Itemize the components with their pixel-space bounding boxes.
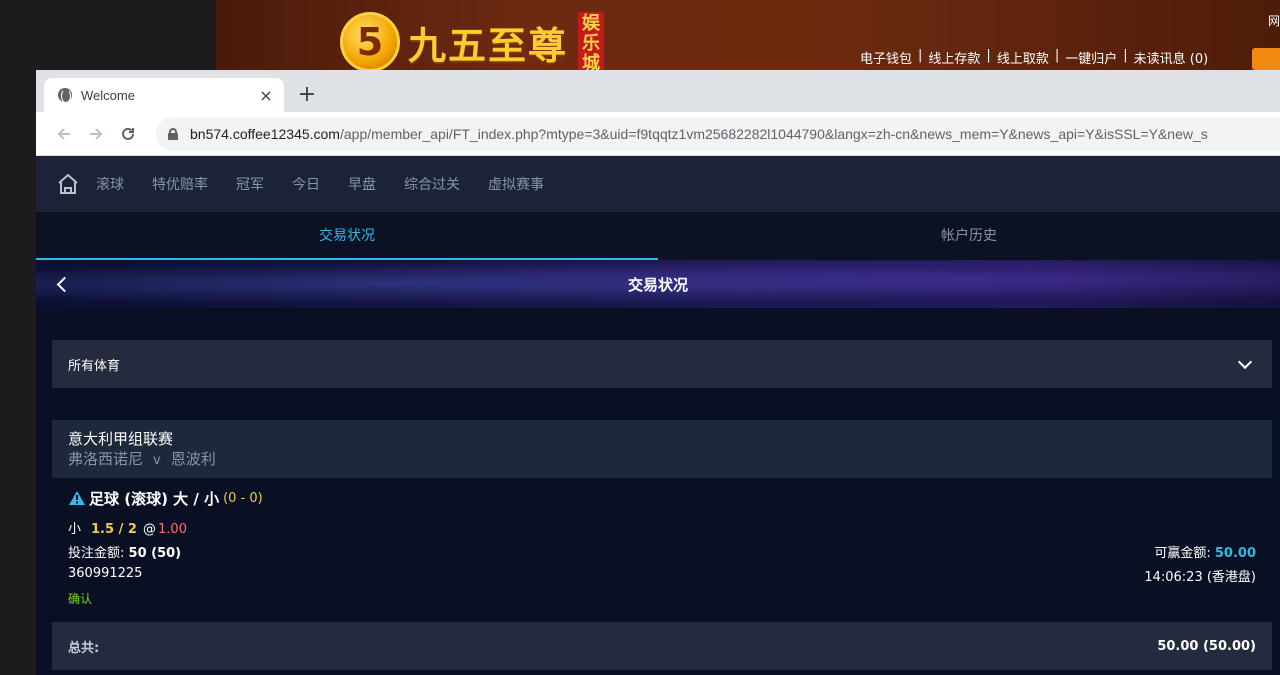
- bet-selection: 小 1.5 / 2 @1.00: [68, 518, 1256, 537]
- nav-parlay[interactable]: 综合过关: [404, 174, 460, 194]
- bet-time: 14:06:23 (香港盘): [1144, 570, 1256, 585]
- corner-text: 网: [1267, 14, 1280, 28]
- sport-filter-dropdown[interactable]: 所有体育: [52, 340, 1272, 388]
- total-label: 总共:: [68, 640, 100, 656]
- browser-window: Welcome × + bn574.coffee12345.com/app/me…: [36, 70, 1280, 675]
- globe-icon: [58, 88, 72, 103]
- browser-tab[interactable]: Welcome ×: [44, 78, 284, 112]
- total-row: 总共: 50.00 (50.00): [52, 622, 1272, 670]
- match-teams: 弗洛西诺尼 v 恩波利: [68, 449, 1256, 471]
- home-icon[interactable]: [56, 172, 80, 196]
- link-consolidate[interactable]: 一键归户: [1065, 48, 1117, 67]
- browser-toolbar: bn574.coffee12345.com/app/member_api/FT_…: [36, 112, 1280, 156]
- site-header-links: 电子钱包 | 线上存款 | 线上取款 | 一键归户 | 未读讯息 (0): [860, 48, 1209, 67]
- handicap-line: 1.5 / 2: [91, 522, 137, 537]
- site-logo: 5 九五至尊 娱 乐 城: [340, 12, 605, 72]
- versus-label: v: [153, 453, 161, 468]
- nav-inplay[interactable]: 滚球: [96, 174, 124, 194]
- top-navigation: 滚球 特优赔率 冠军 今日 早盘 综合过关 虚拟赛事: [36, 156, 1280, 212]
- page-title: 交易状况: [627, 275, 688, 294]
- link-wallet[interactable]: 电子钱包: [860, 48, 912, 67]
- nav-outright[interactable]: 冠军: [236, 174, 264, 194]
- background-site-banner: 5 九五至尊 娱 乐 城 电子钱包 | 线上存款 | 线上取款 | 一键归户 |…: [216, 0, 1280, 72]
- url-text: bn574.coffee12345.com/app/member_api/FT_…: [190, 125, 1208, 142]
- bet-type-label: 足球 (滚球) 大 / 小: [89, 489, 220, 508]
- new-tab-button[interactable]: +: [294, 82, 320, 108]
- bet-card: 意大利甲组联赛 弗洛西诺尼 v 恩波利 足球 (滚球) 大 / 小 (0 - 0) …: [52, 420, 1272, 622]
- web-page: 滚球 特优赔率 冠军 今日 早盘 综合过关 虚拟赛事 交易状况 帐户历史 交易状…: [36, 156, 1280, 675]
- away-team: 恩波利: [170, 450, 216, 468]
- nav-early[interactable]: 早盘: [348, 174, 376, 194]
- arrow-left-icon: [57, 127, 70, 140]
- corner-button[interactable]: [1252, 48, 1280, 70]
- total-value: 50.00 (50.00): [1157, 638, 1256, 654]
- bet-type: 足球 (滚球) 大 / 小 (0 - 0): [68, 486, 1256, 510]
- logo-badge: 娱 乐 城: [578, 12, 605, 72]
- address-bar[interactable]: bn574.coffee12345.com/app/member_api/FT_…: [156, 116, 1280, 151]
- close-icon[interactable]: ×: [258, 86, 274, 105]
- score: (0 - 0): [223, 490, 263, 506]
- ticket-row: 360991225 14:06:23 (香港盘): [68, 566, 1256, 585]
- back-button[interactable]: [48, 118, 80, 150]
- amount-row: 投注金额: 50 (50) 可赢金额: 50.00: [68, 542, 1256, 561]
- status-badge: 确认: [68, 592, 93, 606]
- link-withdraw[interactable]: 线上取款: [997, 48, 1049, 67]
- reload-button[interactable]: [112, 118, 144, 150]
- forward-button[interactable]: [80, 118, 112, 150]
- tab-strip: Welcome × +: [36, 70, 1280, 112]
- potential-win: 可赢金额: 50.00: [1154, 546, 1256, 561]
- lock-icon[interactable]: [168, 127, 178, 140]
- tab-title: Welcome: [81, 87, 135, 103]
- sport-filter-value: 所有体育: [68, 358, 121, 374]
- nav-today[interactable]: 今日: [292, 174, 320, 194]
- bet-card-body: 足球 (滚球) 大 / 小 (0 - 0) 小 1.5 / 2 @1.00 投注金…: [52, 478, 1272, 622]
- logo-text: 九五至尊: [408, 22, 569, 68]
- tab-transaction-status[interactable]: 交易状况: [36, 212, 658, 260]
- sub-tabs: 交易状况 帐户历史: [36, 212, 1280, 260]
- arrow-right-icon: [90, 127, 103, 140]
- nav-special-odds[interactable]: 特优赔率: [152, 174, 208, 194]
- selection-side: 小: [68, 522, 82, 537]
- ticket-id: 360991225: [68, 566, 143, 581]
- reload-icon: [122, 127, 134, 140]
- league-name: 意大利甲组联赛: [68, 430, 174, 448]
- home-team: 弗洛西诺尼: [68, 450, 144, 468]
- logo-emblem: 5: [340, 12, 400, 72]
- page-title-bar: 交易状况: [36, 260, 1280, 308]
- nav-virtual[interactable]: 虚拟赛事: [488, 174, 544, 194]
- stake: 投注金额: 50 (50): [68, 546, 182, 561]
- link-messages[interactable]: 未读讯息 (0): [1134, 48, 1209, 67]
- chevron-left-icon[interactable]: [54, 272, 74, 296]
- warning-icon: [69, 491, 85, 505]
- link-deposit[interactable]: 线上存款: [928, 48, 980, 67]
- tab-account-history[interactable]: 帐户历史: [658, 212, 1280, 260]
- chevron-down-icon: [1237, 354, 1253, 370]
- odds-value: 1.00: [158, 522, 187, 537]
- bet-card-header: 意大利甲组联赛 弗洛西诺尼 v 恩波利: [52, 420, 1272, 478]
- at-symbol: @: [143, 522, 157, 537]
